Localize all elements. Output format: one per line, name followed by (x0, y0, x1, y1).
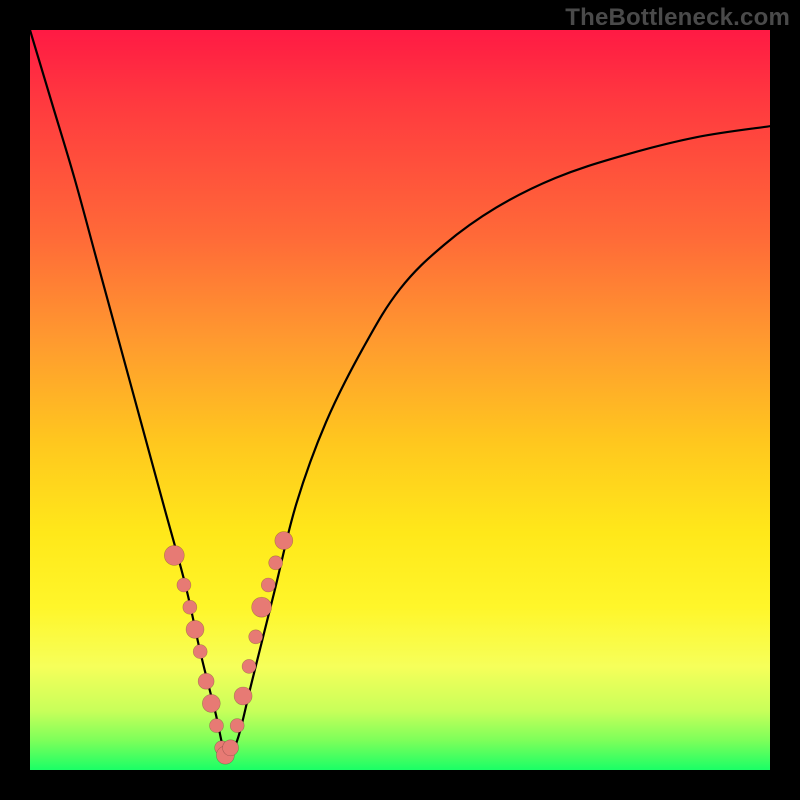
data-point (275, 532, 293, 550)
data-point (186, 620, 204, 638)
data-point (177, 578, 191, 592)
data-point (164, 545, 184, 565)
data-point (261, 578, 275, 592)
data-point (242, 659, 256, 673)
bottleneck-curve (30, 30, 770, 757)
data-point (249, 630, 263, 644)
plot-area (30, 30, 770, 770)
watermark-text: TheBottleneck.com (565, 4, 790, 32)
data-point (269, 556, 283, 570)
data-point (209, 719, 223, 733)
data-point (202, 694, 220, 712)
data-point (198, 673, 214, 689)
data-point (183, 600, 197, 614)
data-point (234, 687, 252, 705)
curve-layer (30, 30, 770, 770)
data-point (193, 645, 207, 659)
data-point (223, 740, 239, 756)
chart-frame: TheBottleneck.com (0, 0, 800, 800)
data-point (230, 719, 244, 733)
data-point (252, 597, 272, 617)
point-cluster (164, 532, 293, 765)
